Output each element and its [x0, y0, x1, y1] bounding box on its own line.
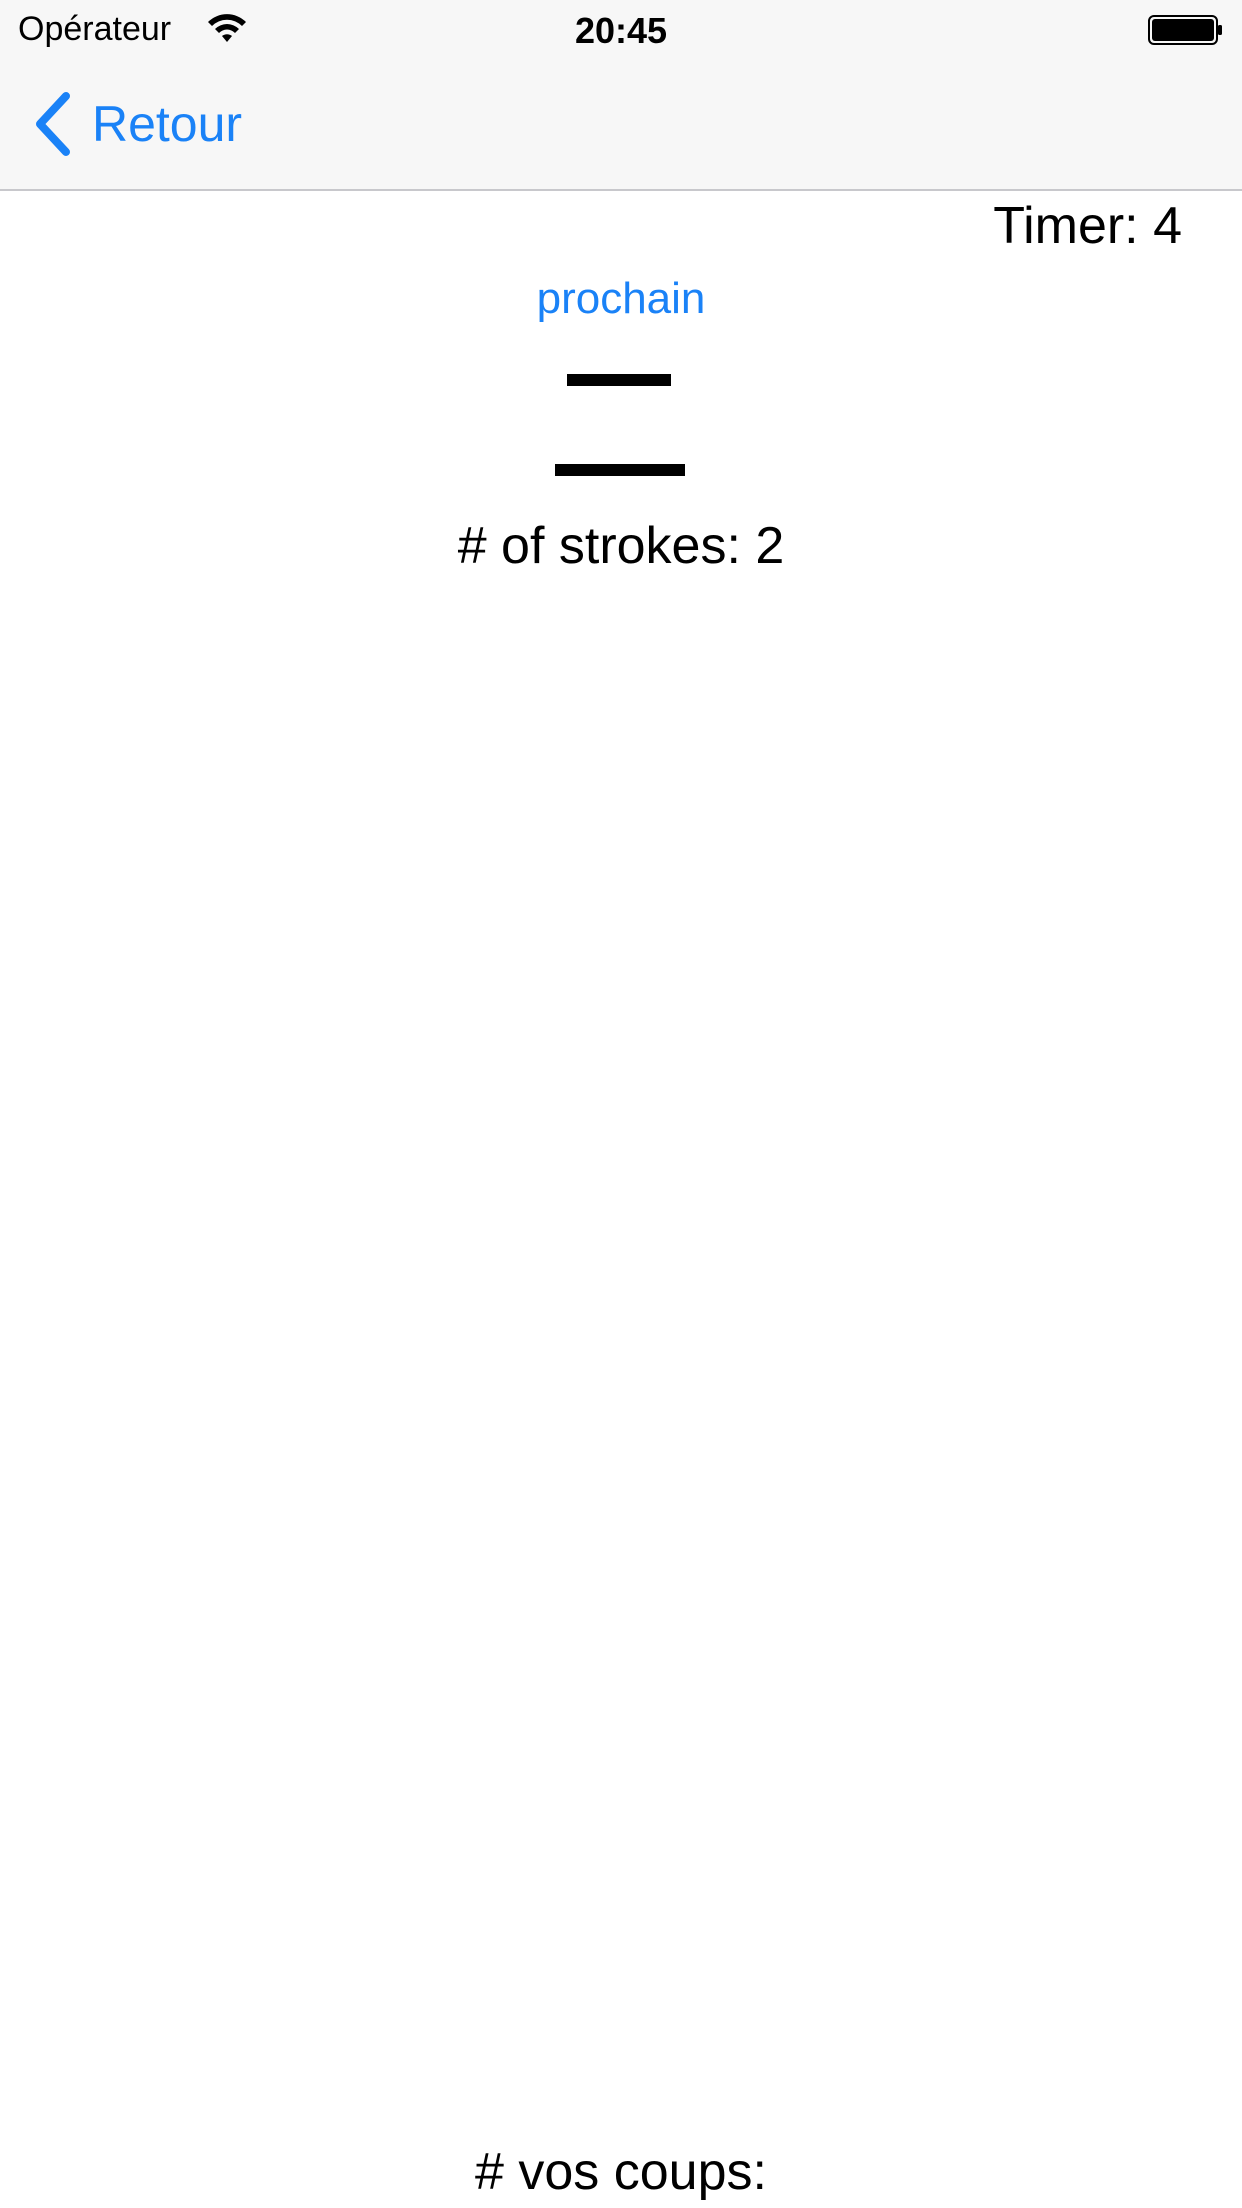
timer-label: Timer: 4 [993, 197, 1182, 255]
navigation-bar: Retour [0, 60, 1242, 191]
stroke-count-label: # of strokes: 2 [457, 517, 785, 575]
character-stroke-1 [567, 374, 671, 386]
chevron-left-icon [36, 92, 70, 156]
battery-icon [1148, 15, 1222, 45]
your-strokes-label: # vos coups: [475, 2143, 767, 2201]
screen: Opérateur 20:45 Retour Timer: 4 prochain… [0, 0, 1242, 2208]
status-bar: Opérateur 20:45 [0, 0, 1242, 60]
character-display [555, 374, 685, 476]
drawing-canvas[interactable] [0, 600, 1242, 2120]
character-stroke-2 [555, 464, 685, 476]
back-button-label: Retour [92, 96, 243, 152]
next-button[interactable]: prochain [0, 274, 1242, 324]
status-time: 20:45 [574, 10, 668, 51]
back-button[interactable]: Retour [34, 92, 242, 156]
